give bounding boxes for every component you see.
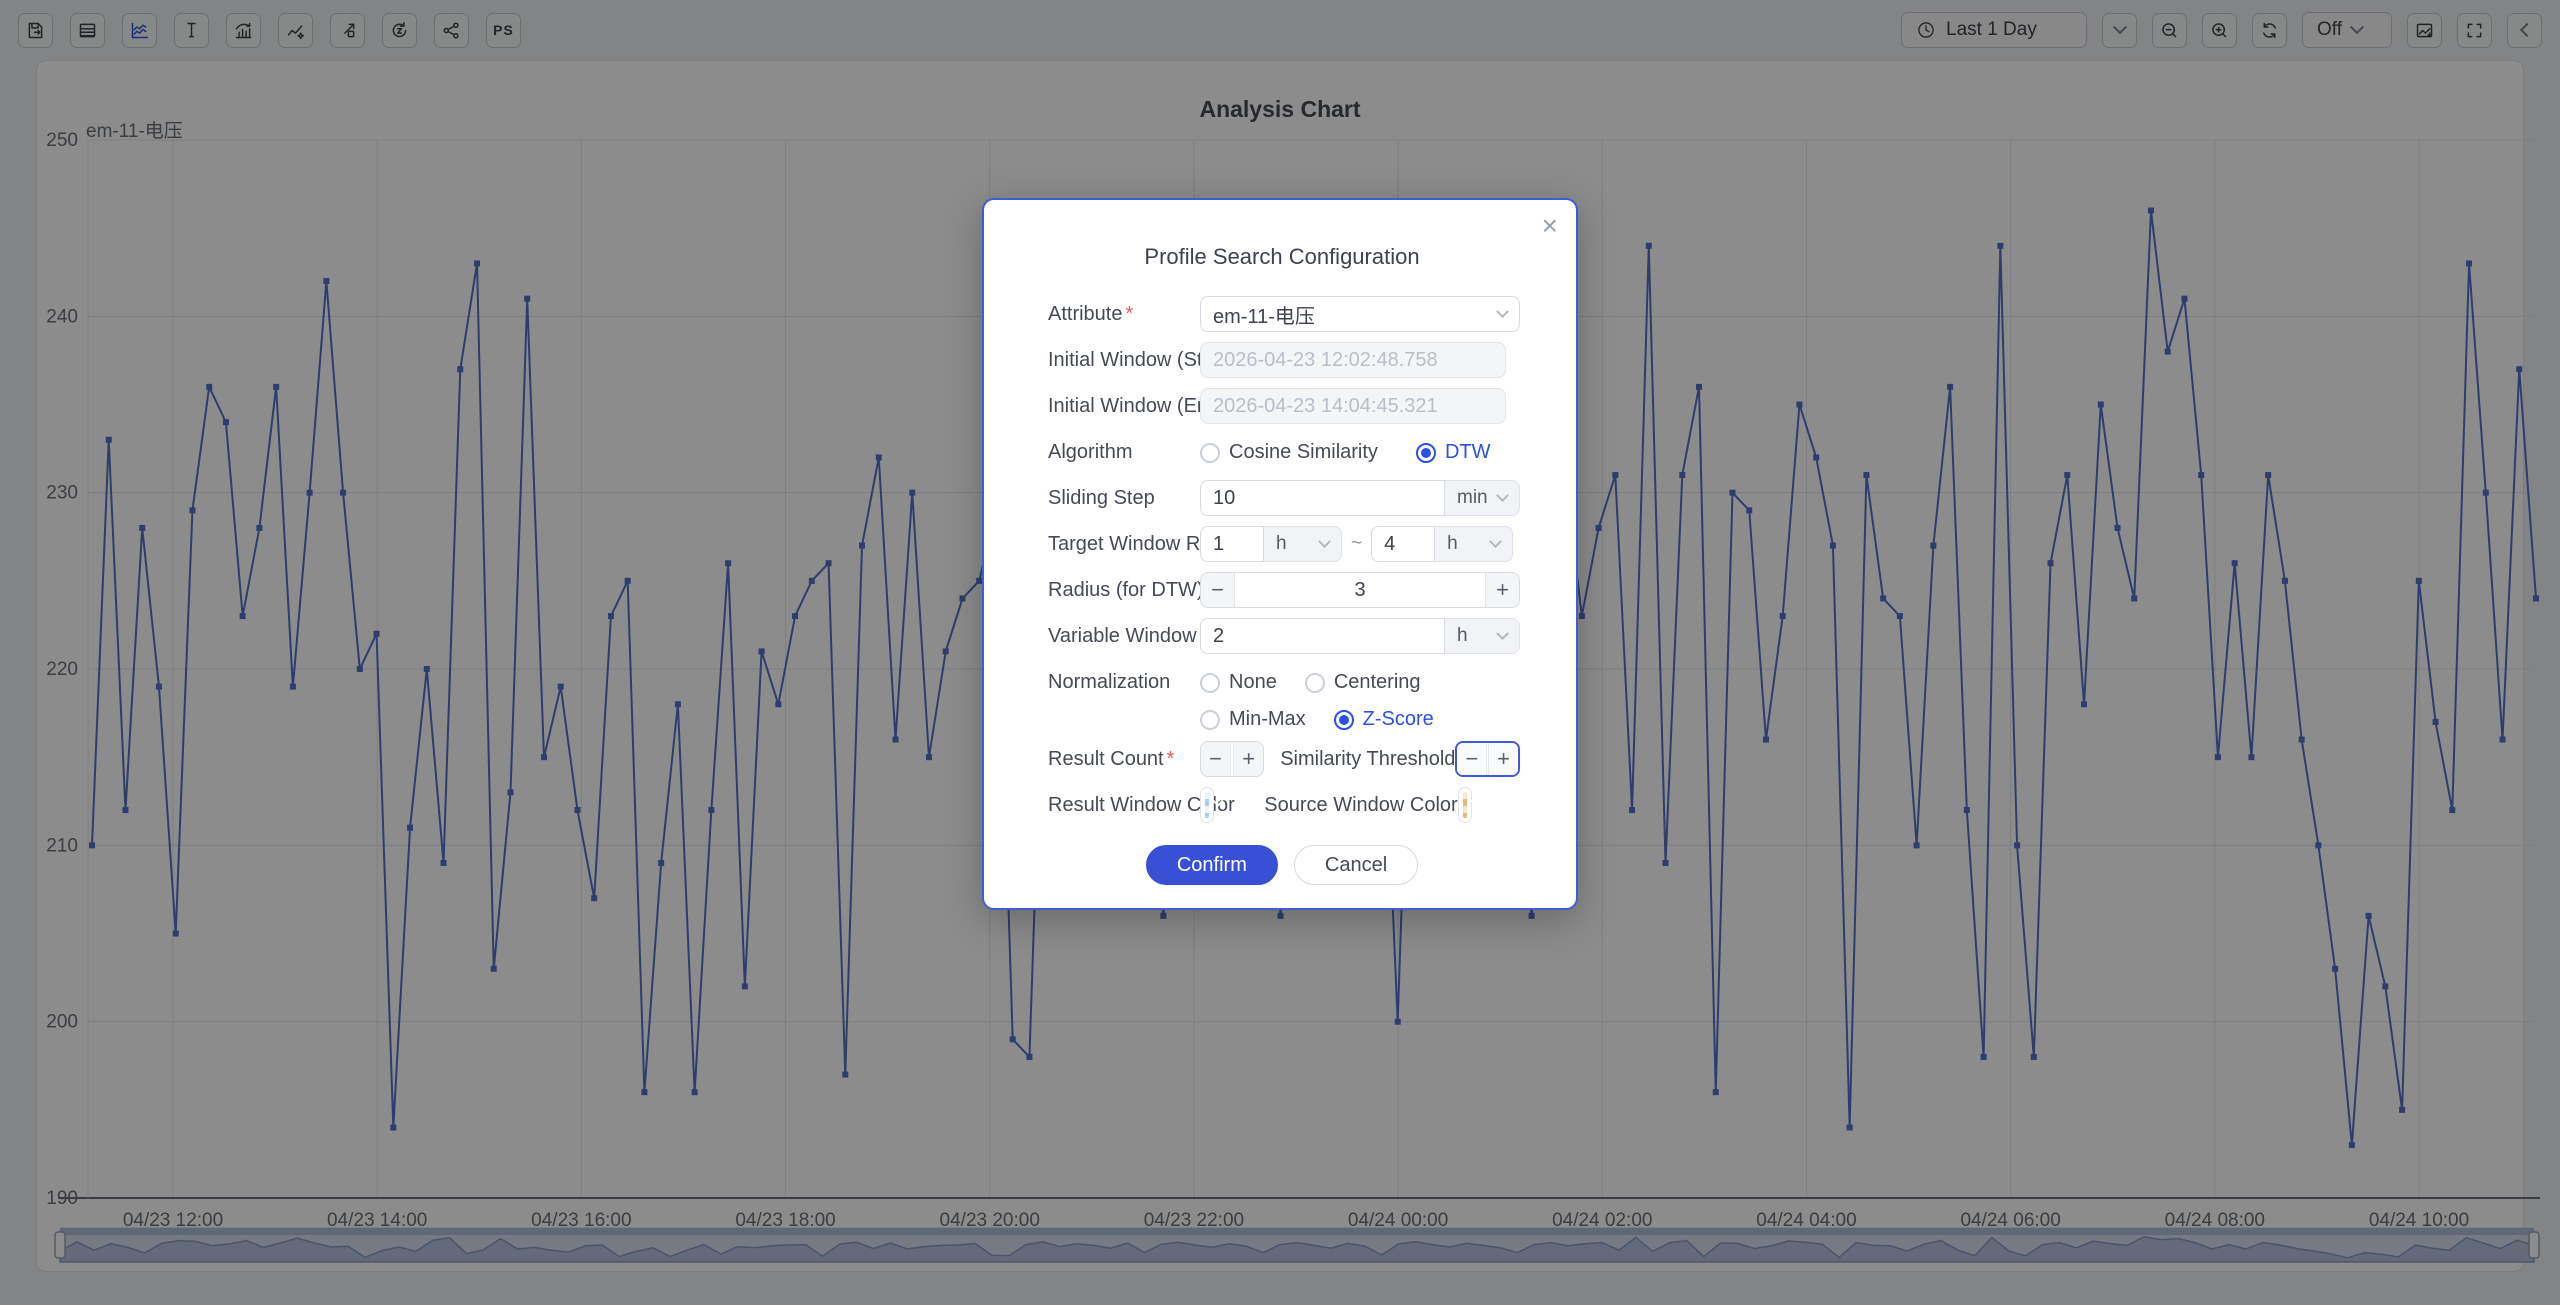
normalization-option-label: None: [1229, 671, 1277, 694]
normalization-option-none[interactable]: None: [1200, 671, 1277, 694]
modal-title: Profile Search Configuration: [1048, 244, 1516, 270]
variable-window-step-unit-value: h: [1457, 625, 1468, 647]
algorithm-label: Algorithm: [1048, 434, 1200, 464]
algorithm-row: Algorithm Cosine Similarity DTW: [1048, 434, 1516, 470]
normalization-option-label: Centering: [1334, 671, 1421, 694]
modal-footer: Confirm Cancel: [1048, 845, 1516, 885]
target-window-range-row: Target Window Range 1 h ~ 4 h: [1048, 526, 1516, 562]
result-count-row: Result Count* − + Similarity Threshold −…: [1048, 741, 1516, 777]
sliding-step-unit-select[interactable]: min: [1445, 480, 1520, 516]
result-count-label: Result Count: [1048, 748, 1164, 770]
initial-window-end-row: Initial Window (End) 2026-04-23 14:04:45…: [1048, 388, 1516, 424]
radio-icon: [1305, 673, 1325, 693]
plus-button[interactable]: +: [1485, 573, 1519, 607]
normalization-label: Normalization: [1048, 664, 1200, 694]
required-asterisk: *: [1167, 748, 1175, 770]
close-icon[interactable]: ×: [1542, 212, 1558, 240]
normalization-option-label: Min-Max: [1229, 708, 1306, 731]
normalization-option-z-score[interactable]: Z-Score: [1334, 708, 1434, 731]
chevron-down-icon: [1489, 535, 1502, 548]
normalization-row: Normalization None Centering Min-Max Z-Scor…: [1048, 664, 1516, 731]
target-window-to-unit-value: h: [1447, 533, 1458, 555]
sliding-step-input[interactable]: 10: [1200, 480, 1445, 516]
target-window-to-input[interactable]: 4: [1371, 526, 1435, 562]
sliding-step-label: Sliding Step: [1048, 480, 1200, 510]
cancel-button[interactable]: Cancel: [1294, 845, 1418, 885]
algorithm-option-cosine-similarity[interactable]: Cosine Similarity: [1200, 441, 1378, 464]
radio-icon: [1200, 443, 1220, 463]
minus-button[interactable]: −: [1457, 743, 1487, 775]
chevron-down-icon: [1212, 796, 1223, 807]
result-window-color-picker[interactable]: [1200, 787, 1214, 823]
target-window-from-unit-select[interactable]: h: [1264, 526, 1342, 562]
normalization-option-min-max[interactable]: Min-Max: [1200, 708, 1306, 731]
result-window-color-label: Result Window Color: [1048, 787, 1200, 817]
similarity-threshold-stepper: − +: [1455, 741, 1520, 777]
minus-button[interactable]: −: [1201, 742, 1231, 776]
target-window-range-label: Target Window Range: [1048, 526, 1200, 556]
radio-icon: [1334, 710, 1354, 730]
variable-window-step-unit-select[interactable]: h: [1445, 618, 1520, 654]
source-window-color-label: Source Window Color: [1264, 794, 1457, 817]
window-colors-row: Result Window Color Source Window Color: [1048, 787, 1516, 823]
initial-window-end-label: Initial Window (End): [1048, 388, 1200, 418]
attribute-value: em-11-电压: [1213, 300, 1315, 329]
confirm-button[interactable]: Confirm: [1146, 845, 1278, 885]
minus-button[interactable]: −: [1201, 573, 1235, 607]
chevron-down-icon: [1496, 305, 1509, 318]
profile-search-modal: × Profile Search Configuration Attribute…: [982, 198, 1578, 910]
radius-stepper: − 3 +: [1200, 572, 1520, 608]
required-asterisk: *: [1125, 303, 1133, 325]
attribute-row: Attribute* em-11-电压: [1048, 296, 1516, 332]
variable-window-step-label: Variable Window Step: [1048, 618, 1200, 648]
target-window-from-unit-value: h: [1276, 533, 1287, 555]
variable-window-step-input[interactable]: 2: [1200, 618, 1445, 654]
plus-button[interactable]: +: [1233, 742, 1263, 776]
initial-window-start-label: Initial Window (Start): [1048, 342, 1200, 372]
initial-window-end-input[interactable]: 2026-04-23 14:04:45.321: [1200, 388, 1506, 424]
initial-window-start-input[interactable]: 2026-04-23 12:02:48.758: [1200, 342, 1506, 378]
plus-button[interactable]: +: [1488, 743, 1518, 775]
target-window-to-unit-select[interactable]: h: [1435, 526, 1513, 562]
app-root: Analysis Chart em-11-电压 2502402302202102…: [0, 0, 2560, 1305]
variable-window-step-row: Variable Window Step 2 h: [1048, 618, 1516, 654]
algorithm-option-label: DTW: [1445, 441, 1491, 464]
radio-icon: [1416, 443, 1436, 463]
sliding-step-row: Sliding Step 10 min: [1048, 480, 1516, 516]
chevron-down-icon: [1470, 796, 1481, 807]
radius-dtw-label: Radius (for DTW): [1048, 572, 1200, 602]
normalization-option-label: Z-Score: [1363, 708, 1434, 731]
chevron-down-icon: [1496, 627, 1509, 640]
radius-value[interactable]: 3: [1235, 573, 1485, 607]
attribute-select[interactable]: em-11-电压: [1200, 296, 1520, 332]
radio-icon: [1200, 710, 1220, 730]
algorithm-option-label: Cosine Similarity: [1229, 441, 1378, 464]
initial-window-start-row: Initial Window (Start) 2026-04-23 12:02:…: [1048, 342, 1516, 378]
range-separator: ~: [1351, 533, 1362, 555]
radius-dtw-row: Radius (for DTW) − 3 +: [1048, 572, 1516, 608]
sliding-step-unit-value: min: [1457, 487, 1488, 509]
chevron-down-icon: [1496, 489, 1509, 502]
attribute-label: Attribute: [1048, 303, 1122, 325]
chevron-down-icon: [1318, 535, 1331, 548]
similarity-threshold-label: Similarity Threshold: [1280, 748, 1455, 771]
radio-icon: [1200, 673, 1220, 693]
normalization-option-centering[interactable]: Centering: [1305, 671, 1421, 694]
algorithm-option-dtw[interactable]: DTW: [1416, 441, 1491, 464]
result-count-stepper: − +: [1200, 741, 1264, 777]
target-window-from-input[interactable]: 1: [1200, 526, 1264, 562]
source-window-color-picker[interactable]: [1458, 787, 1472, 823]
